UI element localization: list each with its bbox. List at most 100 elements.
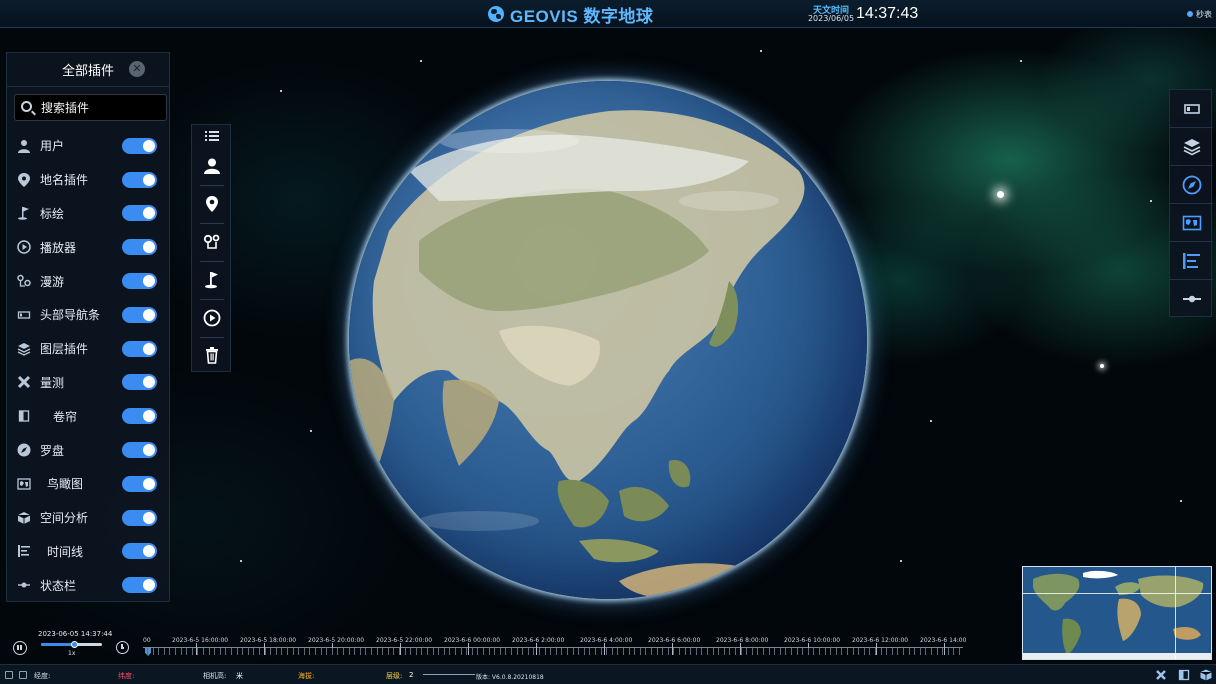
longitude-label: 经度: <box>34 672 51 680</box>
plugin-toggle[interactable] <box>122 577 157 594</box>
timeline-minor-tick <box>259 648 260 655</box>
measure-tool-button[interactable] <box>1154 668 1168 682</box>
timeline-minor-tick <box>936 648 938 655</box>
speed-slider[interactable] <box>41 641 102 648</box>
delete-button[interactable] <box>192 337 232 373</box>
plugin-toggle[interactable] <box>122 374 157 391</box>
plugin-item-label: 地名插件 <box>40 173 89 188</box>
timeline-major-tick <box>536 643 537 655</box>
spatial-tool-button[interactable] <box>1199 668 1213 682</box>
route-icon <box>203 234 220 249</box>
statusbar-icon <box>1182 295 1201 303</box>
close-icon[interactable]: ✕ <box>129 61 145 77</box>
route-icon <box>17 274 31 288</box>
plugin-toggle[interactable] <box>122 137 157 154</box>
timeline-minor-tick <box>639 648 641 655</box>
timeline-minor-tick <box>186 648 188 655</box>
overview-minimap[interactable] <box>1022 566 1212 660</box>
timeline-minor-tick <box>824 648 826 655</box>
plugin-toggle[interactable] <box>122 239 157 256</box>
measure-icon <box>17 375 31 389</box>
plugin-panel: 全部插件 ✕ 用户 地名插件 标绘 播放器 漫游 <box>6 52 170 602</box>
plugin-item-user: 用户 <box>7 129 171 163</box>
plugin-toggle[interactable] <box>122 475 157 492</box>
measure-icon <box>1156 670 1166 680</box>
plugin-toggle[interactable] <box>122 171 157 188</box>
curtain-tool-button[interactable] <box>1177 668 1191 682</box>
search-input[interactable] <box>41 99 161 117</box>
timeline-minor-tick <box>410 648 412 655</box>
stopwatch-button[interactable]: 秒表 <box>1196 9 1212 20</box>
navbar-icon <box>1183 103 1200 114</box>
plugin-toggle[interactable] <box>122 408 157 425</box>
timeline-minor-tick <box>880 648 882 655</box>
timeline-minor-tick <box>163 648 165 655</box>
flag-icon <box>17 206 31 221</box>
globe-continents <box>349 110 805 599</box>
map-pin-icon <box>206 196 218 212</box>
timeline-minor-tick <box>869 648 871 655</box>
timeline-minor-tick <box>628 648 630 655</box>
play-circle-icon <box>17 240 31 255</box>
timeline-button[interactable] <box>1170 242 1213 280</box>
timeline-tick-label: 2023-6-5 22:00:00 <box>376 637 433 644</box>
clock-icon[interactable] <box>116 641 129 654</box>
navbar-toggle-button[interactable] <box>1170 90 1213 128</box>
minimap-crosshair-horizontal <box>1023 593 1211 594</box>
plugin-toggle[interactable] <box>122 273 157 290</box>
timeline-minor-tick <box>326 648 328 655</box>
timeline-minor-tick <box>561 648 563 655</box>
timeline-minor-tick <box>611 648 613 655</box>
timeline-tick-label: 2023-6-5 18:00:00 <box>240 637 297 644</box>
trash-icon <box>206 347 218 364</box>
plugin-toggle[interactable] <box>122 340 157 357</box>
timeline-minor-tick <box>533 648 535 655</box>
earth-globe[interactable] <box>349 81 867 599</box>
compass-button[interactable] <box>1170 166 1213 204</box>
right-tool-strip <box>1169 89 1213 318</box>
timeline-minor-tick <box>684 648 686 655</box>
timeline-minor-tick <box>925 648 927 655</box>
plugin-list-button[interactable] <box>192 125 232 147</box>
plugin-toggle[interactable] <box>122 306 157 323</box>
timeline-minor-tick <box>427 648 428 655</box>
placename-button[interactable] <box>192 186 232 222</box>
player-button[interactable] <box>192 300 232 336</box>
timeline-minor-tick <box>527 648 529 655</box>
speed-slider-handle[interactable] <box>71 641 79 648</box>
timeline-track[interactable]: 00 2023-6-5 16:00:00 2023-6-5 18:00:00 2023… <box>143 636 966 658</box>
timeline-minor-tick <box>919 648 921 655</box>
roam-button[interactable] <box>192 224 232 260</box>
timeline-minor-tick <box>191 648 193 655</box>
timeline-minor-tick <box>695 648 697 655</box>
minimap-crosshair-vertical <box>1175 567 1176 659</box>
timeline-minor-tick <box>242 648 244 655</box>
layers-button[interactable] <box>1170 128 1213 166</box>
timeline-minor-tick <box>522 648 524 655</box>
timeline-minor-tick <box>841 648 843 655</box>
timeline-minor-tick <box>567 648 568 655</box>
plot-button[interactable] <box>192 262 232 298</box>
plugin-item-spatial: 空间分析 <box>7 501 171 535</box>
plugin-toggle[interactable] <box>122 509 157 526</box>
plugin-toggle[interactable] <box>122 205 157 222</box>
timeline-minor-tick <box>488 648 490 655</box>
timeline-minor-tick <box>544 648 546 655</box>
timeline-minor-tick <box>438 648 440 655</box>
timeline-cursor[interactable] <box>145 648 151 656</box>
timeline-minor-tick <box>382 648 384 655</box>
timeline-minor-tick <box>365 648 367 655</box>
plugin-item-timeline: 时间线 <box>7 535 171 569</box>
overview-map-button[interactable] <box>1170 204 1213 242</box>
statusbar-button[interactable] <box>1170 280 1213 318</box>
timeline-minor-tick <box>807 648 809 655</box>
pause-button[interactable] <box>13 641 27 655</box>
plugin-toggle[interactable] <box>122 442 157 459</box>
user-button[interactable] <box>192 148 232 184</box>
plugin-item-roam: 漫游 <box>7 264 171 298</box>
stopwatch-icon[interactable] <box>1187 11 1193 17</box>
timeline-minor-tick <box>511 648 512 655</box>
timeline-minor-tick <box>477 648 479 655</box>
plugin-toggle[interactable] <box>122 543 157 560</box>
status-info-icon <box>5 671 13 679</box>
